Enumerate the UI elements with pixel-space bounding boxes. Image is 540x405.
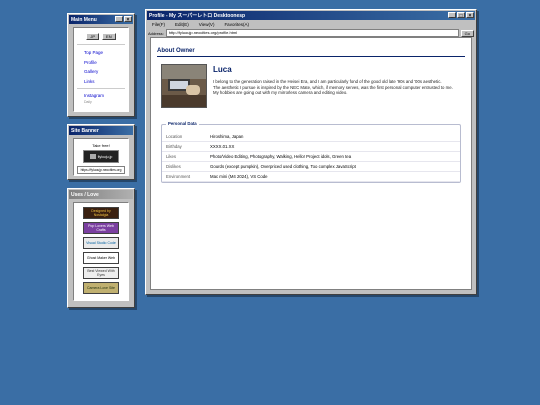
row-value: Mac mini (M4 2024), VS Code xyxy=(206,171,460,182)
page-content: About Owner Luca I belong to the generat… xyxy=(150,37,472,290)
main-menu-titlebar[interactable]: Main Menu _ × xyxy=(69,15,133,24)
badge-designed-label: Designed by Nostalgia xyxy=(91,209,111,217)
banner-label: flylouju.jp xyxy=(97,154,113,159)
maximize-icon[interactable]: □ xyxy=(457,12,465,19)
main-menu-body: JP EN Top Page Profile Gallery Links Ins… xyxy=(73,27,129,112)
table-row: Birthday XXXX.01.XX xyxy=(162,141,460,152)
badge-bestviewed[interactable]: Best Viewed With Eyes xyxy=(83,267,119,279)
uses-love-body: Designed by Nostalgia Pop Lovers Web Cra… xyxy=(73,202,129,301)
table-row: Dislikes Gourds (except pumpkin), Overpri… xyxy=(162,161,460,172)
site-banner-image[interactable]: flylouju.jp xyxy=(83,150,119,163)
menu-link-top[interactable]: Top Page xyxy=(84,48,128,58)
badge-poplovers[interactable]: Pop Lovers Web Crafts xyxy=(83,222,119,234)
row-value: XXXX.01.XX xyxy=(206,141,460,152)
minimize-icon[interactable]: _ xyxy=(115,16,123,23)
uses-love-window: Uses / Love Designed by Nostalgia Pop Lo… xyxy=(67,188,135,308)
address-input[interactable]: http://fyluoujp.neocities.org/profile.ht… xyxy=(165,29,459,37)
row-value: Photo/Video Editing, Photography, Walkin… xyxy=(206,151,460,162)
close-icon[interactable]: × xyxy=(124,16,132,23)
browser-title: Profile - My スーパーレトロ Desktoonesp xyxy=(149,13,246,19)
banner-camera-icon xyxy=(89,154,96,159)
badge-ghost-label: Ghost Maker Web xyxy=(86,256,116,260)
table-row: Likes Photo/Video Editing, Photography, W… xyxy=(162,151,460,162)
banner-url: https://fyluoujp.neocities.org xyxy=(80,168,122,172)
banner-url-box[interactable]: https://fyluoujp.neocities.org xyxy=(77,166,125,174)
browser-window: Profile - My スーパーレトロ Desktoonesp _ □ × F… xyxy=(145,9,477,295)
menu-link-links[interactable]: Links xyxy=(84,77,128,87)
uses-love-titlebar[interactable]: Uses / Love xyxy=(69,190,133,199)
address-label: Address: xyxy=(148,30,164,36)
badge-poplovers-label: Pop Lovers Web Crafts xyxy=(88,224,114,232)
row-key: Likes xyxy=(162,151,206,162)
avatar xyxy=(161,64,207,108)
badge-ghost[interactable]: Ghost Maker Web xyxy=(83,252,119,264)
site-banner-titlebar[interactable]: Site Banner xyxy=(69,126,133,135)
personal-data-box: Personal Data Location Hiroshima, Japan B… xyxy=(161,121,461,183)
main-menu-window: Main Menu _ × JP EN Top Page Profile Gal… xyxy=(67,13,135,117)
menu-view[interactable]: View(V) xyxy=(199,22,215,27)
menu-edit[interactable]: Edit(E) xyxy=(175,22,189,27)
menu-file[interactable]: File(F) xyxy=(152,22,165,27)
badge-designed[interactable]: Designed by Nostalgia xyxy=(83,207,119,219)
badge-vscode-label: Visual Studio Code xyxy=(86,241,116,245)
bio-line-3: My hobbies are going out with my mirrorl… xyxy=(213,90,348,95)
table-row: Location Hiroshima, Japan xyxy=(162,132,460,142)
badge-camera-label: Camera Love Site xyxy=(86,286,115,290)
go-button[interactable]: Go xyxy=(460,29,474,37)
badge-camera[interactable]: Camera Love Site xyxy=(83,282,119,294)
uses-love-title: Uses / Love xyxy=(71,191,99,198)
row-key: Birthday xyxy=(162,141,206,152)
menu-link-instagram[interactable]: Instagram xyxy=(84,92,128,99)
row-key: Environment xyxy=(162,171,206,182)
menu-footnote: Daily xyxy=(84,100,92,104)
owner-name: Luca xyxy=(213,65,232,74)
personal-data-table: Location Hiroshima, Japan Birthday XXXX.01… xyxy=(162,132,460,182)
menu-favorites[interactable]: Favorites(A) xyxy=(224,22,249,27)
badge-bestviewed-label: Best Viewed With Eyes xyxy=(87,269,115,277)
browser-menubar: File(F) Edit(E) View(V) Favorites(A) xyxy=(146,21,476,28)
row-value: Hiroshima, Japan xyxy=(206,132,460,142)
site-banner-window: Site Banner Take free! flylouju.jp https… xyxy=(67,124,135,180)
menu-link-profile[interactable]: Profile xyxy=(84,58,128,68)
browser-titlebar[interactable]: Profile - My スーパーレトロ Desktoonesp _ □ × xyxy=(147,11,475,20)
main-menu-title: Main Menu xyxy=(71,16,97,23)
site-banner-title: Site Banner xyxy=(71,127,99,134)
owner-bio: I belong to the generation raised in the… xyxy=(213,79,463,96)
banner-caption: Take free! xyxy=(92,143,110,148)
row-key: Location xyxy=(162,132,206,142)
row-key: Dislikes xyxy=(162,161,206,172)
bio-line-1: I belong to the generation raised in the… xyxy=(213,79,442,84)
lang-en-button[interactable]: EN xyxy=(102,33,116,40)
about-owner-heading: About Owner xyxy=(157,48,195,54)
minimize-icon[interactable]: _ xyxy=(448,12,456,19)
row-value: Gourds (except pumpkin), Overpriced used… xyxy=(206,161,460,172)
menu-link-gallery[interactable]: Gallery xyxy=(84,67,128,77)
lang-jp-button[interactable]: JP xyxy=(86,33,100,40)
close-icon[interactable]: × xyxy=(466,12,474,19)
personal-data-title: Personal Data xyxy=(166,121,199,126)
badge-vscode[interactable]: Visual Studio Code xyxy=(83,237,119,249)
table-row: Environment Mac mini (M4 2024), VS Code xyxy=(162,171,460,182)
heading-rule xyxy=(157,56,465,57)
site-banner-body: Take free! flylouju.jp https://fyluoujp.… xyxy=(73,138,129,176)
